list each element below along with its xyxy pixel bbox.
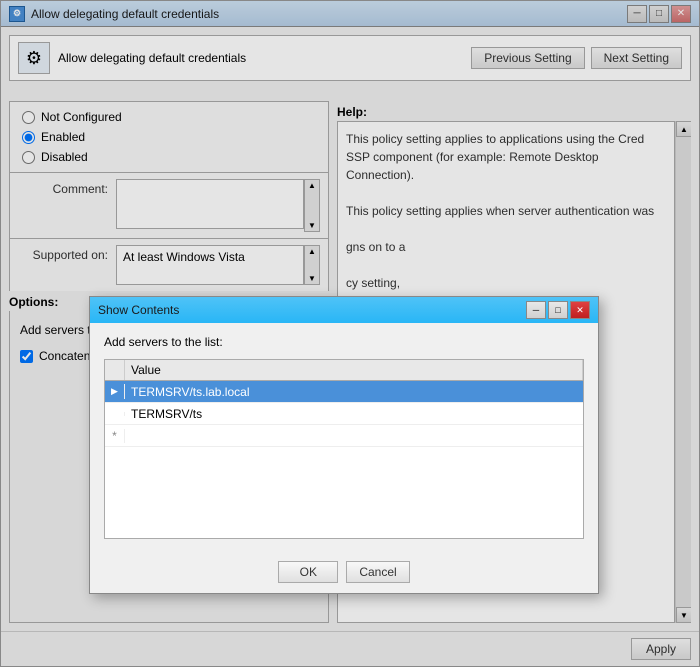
show-contents-dialog: Show Contents ─ □ ✕ Add servers to the l…: [89, 296, 599, 594]
dialog-cancel-button[interactable]: Cancel: [346, 561, 409, 583]
table-row-1-arrow: ▶: [105, 384, 125, 399]
dialog-title-bar: Show Contents ─ □ ✕: [90, 297, 598, 323]
table-new-row: *: [105, 425, 583, 447]
main-window: ⚙ Allow delegating default credentials ─…: [0, 0, 700, 667]
table-row-2[interactable]: TERMSRV/ts: [105, 403, 583, 425]
dialog-ok-button[interactable]: OK: [278, 561, 338, 583]
dialog-maximize-button[interactable]: □: [548, 301, 568, 319]
dialog-footer: OK Cancel: [90, 551, 598, 593]
table-header-value: Value: [125, 360, 583, 380]
table-row-1-value[interactable]: TERMSRV/ts.lab.local: [125, 383, 583, 401]
table-header: Value: [105, 360, 583, 381]
dialog-subtitle: Add servers to the list:: [104, 335, 584, 349]
table-row-2-arrow: [105, 412, 125, 416]
table-header-arrow-col: [105, 360, 125, 380]
dialog-controls: ─ □ ✕: [526, 301, 590, 319]
modal-overlay: Show Contents ─ □ ✕ Add servers to the l…: [1, 1, 699, 666]
dialog-title: Show Contents: [98, 303, 179, 317]
dialog-close-button[interactable]: ✕: [570, 301, 590, 319]
table-row-2-value[interactable]: TERMSRV/ts: [125, 405, 583, 423]
table-container: Value ▶ TERMSRV/ts.lab.local TERMSRV/ts: [104, 359, 584, 539]
new-row-star: *: [105, 429, 125, 443]
new-row-input[interactable]: [125, 427, 583, 445]
dialog-content: Add servers to the list: Value ▶ TERMSRV…: [90, 323, 598, 551]
table-row-1[interactable]: ▶ TERMSRV/ts.lab.local: [105, 381, 583, 403]
dialog-minimize-button[interactable]: ─: [526, 301, 546, 319]
